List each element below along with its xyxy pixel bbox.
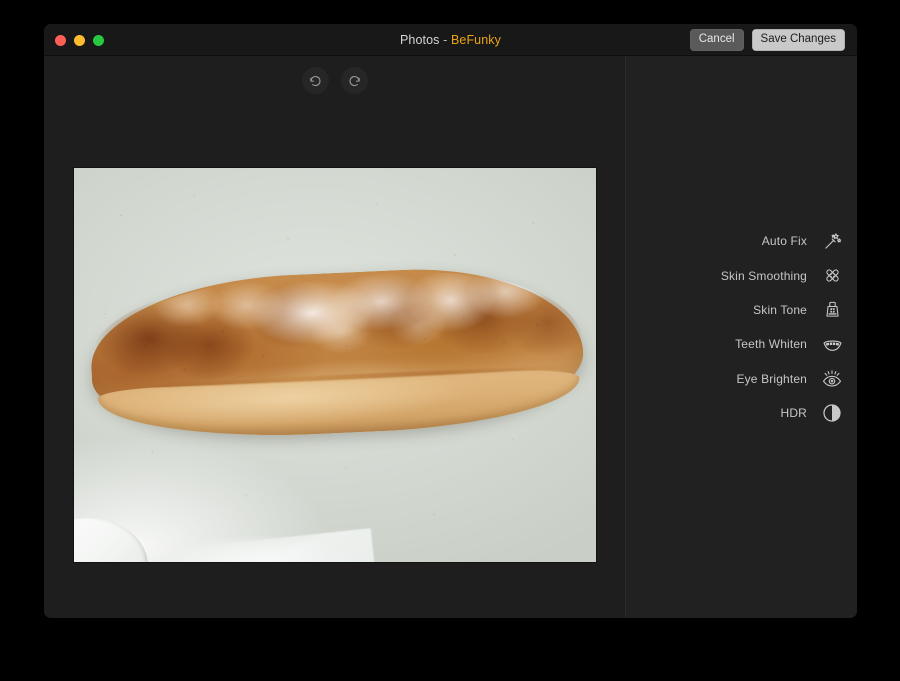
maximize-window-button[interactable] [93,34,104,46]
window-title-brand: BeFunky [450,33,501,47]
tool-hdr[interactable]: HDR [626,396,857,430]
tool-list: Auto Fix Skin Smoothing Skin Tone Teeth … [626,224,857,430]
photo-canvas-pane [44,56,626,618]
tool-eye-brighten[interactable]: Eye Brighten [626,362,857,396]
tool-label: Eye Brighten [736,371,807,386]
tool-label: Teeth Whiten [735,337,807,352]
tool-skin-tone[interactable]: Skin Tone [626,293,857,327]
window-controls [55,24,104,56]
befunky-editor-window: Photos - BeFunky Cancel Save Changes Aut… [44,24,857,618]
cancel-button[interactable]: Cancel [689,28,744,52]
close-window-button[interactable] [55,34,66,46]
redo-arrow-icon [347,73,362,88]
tool-label: HDR [780,406,807,421]
eye-rays-icon [821,368,843,390]
bread-loaf [87,261,587,445]
redo-button[interactable] [340,67,368,94]
history-toolbar [44,67,625,94]
save-changes-button[interactable]: Save Changes [751,28,845,52]
tool-teeth-whiten[interactable]: Teeth Whiten [626,327,857,361]
touch-up-tools-sidebar: Auto Fix Skin Smoothing Skin Tone Teeth … [626,56,857,618]
undo-button[interactable] [301,67,329,94]
tool-label: Skin Smoothing [720,268,807,283]
contrast-circle-icon [821,402,843,424]
magic-wand-icon [821,230,843,252]
title-bar: Photos - BeFunky Cancel Save Changes [44,24,857,56]
bandage-cross-icon [821,265,843,287]
window-title-separator: - [443,33,448,47]
lotion-tube-icon [821,299,843,321]
smile-teeth-icon [821,333,843,355]
tool-auto-fix[interactable]: Auto Fix [626,224,857,258]
window-body: Auto Fix Skin Smoothing Skin Tone Teeth … [44,56,857,618]
edited-photo[interactable] [74,168,596,562]
undo-arrow-icon [308,73,323,88]
window-title-app: Photos [400,33,440,47]
titlebar-actions: Cancel Save Changes [689,24,845,56]
minimize-window-button[interactable] [74,34,85,46]
tool-label: Skin Tone [753,302,807,317]
tool-skin-smoothing[interactable]: Skin Smoothing [626,258,857,292]
tool-label: Auto Fix [761,234,807,249]
